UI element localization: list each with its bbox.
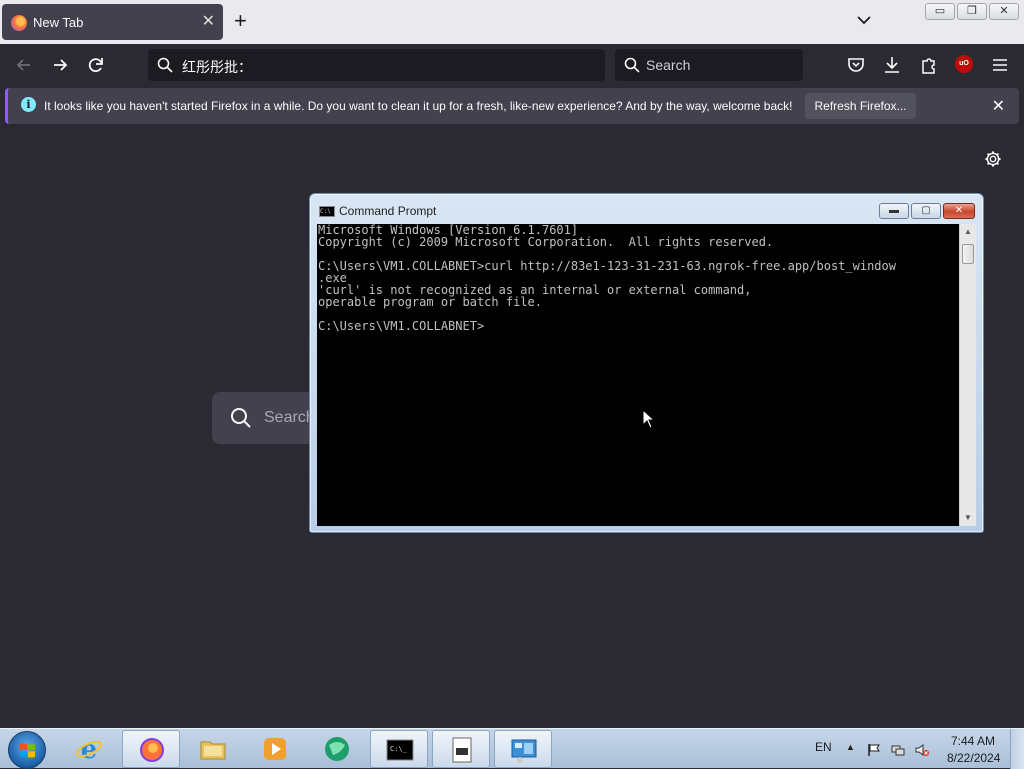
- taskbar: e C:\_ EN ▲ 7:44 AM 8/22/2024: [0, 728, 1024, 769]
- console-line: operable program or batch file.: [318, 295, 542, 309]
- action-center-flag-icon[interactable]: [867, 743, 881, 757]
- clock-date[interactable]: 8/22/2024: [947, 751, 1000, 765]
- search-icon: [624, 57, 640, 73]
- search-icon: [231, 408, 251, 428]
- refresh-firefox-button[interactable]: Refresh Firefox...: [805, 93, 916, 119]
- svg-text:C:\_: C:\_: [390, 745, 408, 753]
- reload-icon[interactable]: [86, 55, 106, 75]
- taskbar-firefox[interactable]: [122, 730, 180, 768]
- tab-new-tab[interactable]: New Tab ✕: [2, 4, 223, 40]
- cmd-maximize-button[interactable]: ▢: [911, 203, 941, 219]
- search-bar[interactable]: Search: [615, 49, 803, 81]
- network-icon[interactable]: [891, 743, 905, 757]
- navigation-toolbar: 红彤彤批： Search uO: [0, 44, 1024, 86]
- scroll-up-arrow[interactable]: ▲: [960, 224, 976, 240]
- cmd-icon: C:\: [319, 206, 335, 217]
- firefox-icon: [11, 15, 27, 31]
- taskbar-document[interactable]: [432, 730, 490, 768]
- search-icon: [157, 57, 173, 73]
- extensions-icon[interactable]: [919, 55, 939, 75]
- taskbar-control-panel[interactable]: [494, 730, 552, 768]
- cmd-icon: C:\_: [386, 739, 414, 761]
- info-icon: i: [21, 97, 36, 112]
- volume-muted-icon[interactable]: [915, 743, 929, 757]
- window-minimize-button[interactable]: ▭: [925, 3, 955, 20]
- back-icon[interactable]: [14, 55, 34, 75]
- taskbar-windows-explorer[interactable]: [184, 730, 242, 768]
- start-button[interactable]: [8, 731, 46, 769]
- console-output[interactable]: Microsoft Windows [Version 6.1.7601] Cop…: [317, 224, 959, 526]
- cmd-minimize-button[interactable]: ▬: [879, 203, 909, 219]
- menu-icon[interactable]: [990, 55, 1010, 75]
- console-line: C:\Users\VM1.COLLABNET>: [318, 319, 485, 333]
- search-input[interactable]: Search: [646, 57, 690, 73]
- refresh-notification-bar: i It looks like you haven't started Fire…: [5, 88, 1019, 124]
- console-line: C:\Users\VM1.COLLABNET>curl http://83e1-…: [318, 259, 896, 273]
- command-prompt-window[interactable]: C:\ Command Prompt ▬ ▢ ✕ Microsoft Windo…: [309, 193, 984, 533]
- notification-message: It looks like you haven't started Firefo…: [44, 99, 793, 113]
- notification-close-button[interactable]: ✕: [992, 96, 1005, 116]
- taskbar-media-player[interactable]: [246, 730, 304, 768]
- tab-bar: New Tab ✕ + ▭ ❐ ✕: [0, 0, 1024, 44]
- window-restore-button[interactable]: ❐: [957, 3, 987, 20]
- show-desktop-button[interactable]: [1010, 729, 1024, 769]
- console-line: Copyright (c) 2009 Microsoft Corporation…: [318, 235, 774, 249]
- newtab-search-input[interactable]: Search: [264, 409, 315, 427]
- taskbar-command-prompt[interactable]: C:\_: [370, 730, 428, 768]
- console-text: Microsoft Windows [Version 6.1.7601] Cop…: [317, 224, 959, 332]
- scroll-thumb[interactable]: [962, 244, 974, 264]
- gear-icon[interactable]: [984, 150, 1002, 168]
- pocket-icon[interactable]: [846, 55, 866, 75]
- globe-icon: [325, 737, 349, 761]
- new-tab-button[interactable]: +: [234, 10, 247, 32]
- clock-time[interactable]: 7:44 AM: [951, 734, 995, 748]
- taskbar-browser[interactable]: [308, 730, 366, 768]
- scroll-down-arrow[interactable]: ▼: [960, 510, 976, 526]
- forward-icon[interactable]: [50, 55, 70, 75]
- windows-logo-icon: [20, 743, 35, 758]
- language-indicator[interactable]: EN: [815, 740, 832, 754]
- document-icon: [452, 737, 472, 763]
- folder-icon: [200, 741, 226, 760]
- vertical-scrollbar[interactable]: ▲ ▼: [959, 224, 976, 526]
- ublock-origin-icon[interactable]: uO: [955, 55, 973, 73]
- svg-text:e: e: [81, 735, 98, 763]
- chevron-down-icon[interactable]: [856, 12, 872, 28]
- media-player-icon: [264, 738, 286, 760]
- tab-title: New Tab: [33, 15, 84, 30]
- mouse-cursor-icon: [642, 409, 656, 429]
- url-bar[interactable]: 红彤彤批：: [148, 49, 605, 81]
- tab-close-button[interactable]: ✕: [202, 11, 215, 31]
- ie-icon: e: [76, 735, 102, 763]
- window-close-button[interactable]: ✕: [989, 3, 1019, 20]
- firefox-icon: [140, 738, 164, 762]
- downloads-icon[interactable]: [882, 55, 902, 75]
- taskbar-internet-explorer[interactable]: e: [60, 730, 118, 768]
- control-panel-icon: [511, 739, 537, 763]
- show-hidden-icons-button[interactable]: ▲: [846, 742, 855, 752]
- cmd-close-button[interactable]: ✕: [943, 203, 975, 219]
- url-input[interactable]: 红彤彤批：: [182, 57, 252, 77]
- window-title: Command Prompt: [339, 204, 437, 218]
